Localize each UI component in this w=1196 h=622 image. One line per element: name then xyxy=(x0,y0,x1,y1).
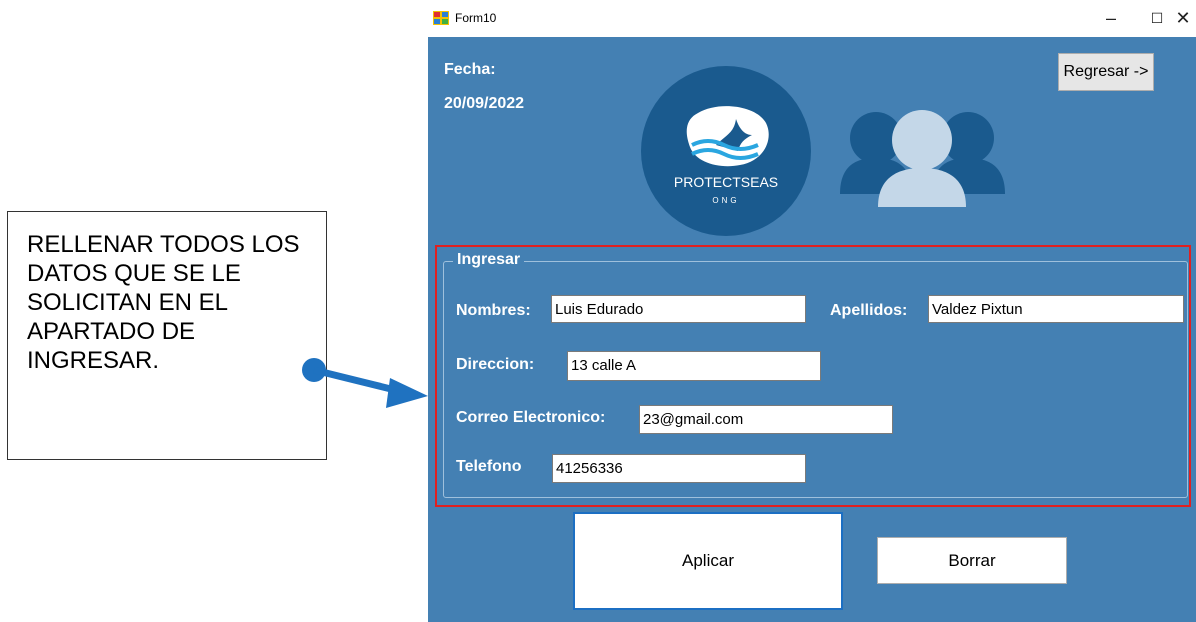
pointer-arrow-icon xyxy=(302,358,428,408)
title-bar: Form10 – ☐ ✕ xyxy=(428,0,1196,37)
form-window: Form10 – ☐ ✕ Fecha: 20/09/2022 Regresar … xyxy=(428,0,1196,622)
app-form-icon xyxy=(433,11,449,25)
users-icon xyxy=(840,110,1005,207)
direccion-label: Direccion: xyxy=(456,356,535,373)
apply-button[interactable]: Aplicar xyxy=(573,512,843,610)
direccion-input[interactable]: 13 calle A xyxy=(567,351,821,381)
clear-button[interactable]: Borrar xyxy=(877,537,1067,584)
back-button[interactable]: Regresar -> xyxy=(1058,53,1154,91)
group-title: Ingresar xyxy=(453,251,525,269)
date-label: Fecha: xyxy=(444,61,496,78)
close-button[interactable]: ✕ xyxy=(1160,0,1196,37)
apellidos-input[interactable]: Valdez Pixtun xyxy=(928,295,1184,323)
protectseas-logo: PROTECTSEAS ONG xyxy=(641,66,811,236)
date-value: 20/09/2022 xyxy=(444,95,525,112)
telefono-input[interactable]: 41256336 xyxy=(552,454,806,483)
telefono-label: Telefono xyxy=(456,458,522,475)
correo-label: Correo Electronico: xyxy=(456,409,606,426)
logo-sub-text: ONG xyxy=(712,196,740,205)
form-body: Fecha: 20/09/2022 Regresar -> PROTECTSEA… xyxy=(428,37,1196,622)
window-title: Form10 xyxy=(455,11,497,25)
correo-input[interactable]: 23@gmail.com xyxy=(639,405,893,434)
nombres-label: Nombres: xyxy=(456,302,531,319)
apellidos-label: Apellidos: xyxy=(830,302,908,319)
logo-brand-text: PROTECTSEAS xyxy=(673,174,779,190)
minimize-button[interactable]: – xyxy=(1088,0,1134,37)
whale-tail-icon xyxy=(686,106,769,167)
nombres-input[interactable]: Luis Edurado xyxy=(551,295,806,323)
